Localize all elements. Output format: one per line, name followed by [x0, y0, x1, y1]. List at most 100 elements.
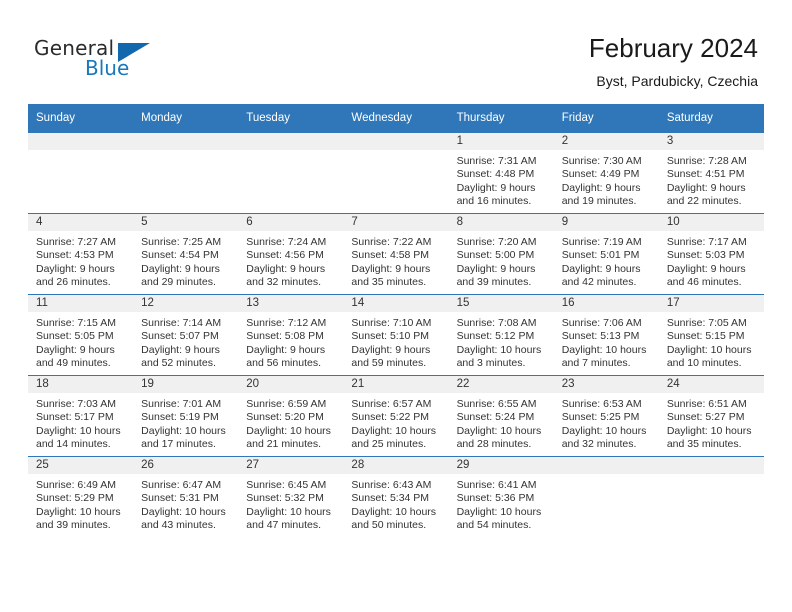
daylight-text-line2: and 29 minutes.	[141, 276, 216, 289]
calendar-day-cell[interactable]: 3 Sunrise: 7:28 AM Sunset: 4:51 PM Daylight…	[658, 132, 764, 214]
calendar-day-cell[interactable]: 12 Sunrise: 7:14 AM Sunset: 5:07 PM Dayligh…	[133, 294, 239, 376]
sunset-text: Sunset: 5:15 PM	[666, 330, 745, 343]
calendar-day-cell[interactable]: 10 Sunrise: 7:17 AM Sunset: 5:03 PM Dayligh…	[658, 213, 764, 295]
calendar-day-cell[interactable]: 26 Sunrise: 6:47 AM Sunset: 5:31 PM Dayligh…	[133, 456, 239, 537]
sunrise-text: Sunrise: 7:27 AM	[36, 236, 116, 248]
calendar-header-row: Sunday Monday Tuesday Wednesday Thursday Frid…	[28, 104, 764, 133]
calendar-day-cell[interactable]: 9 Sunrise: 7:19 AM Sunset: 5:01 PM Daylight…	[553, 213, 659, 295]
daylight-text-line1: Daylight: 10 hours	[351, 424, 437, 437]
page-title: February 2024	[588, 33, 758, 63]
calendar-week-row: 25 Sunrise: 6:49 AM Sunset: 5:29 PM Dayligh…	[28, 456, 764, 537]
calendar-day-cell[interactable]: 23 Sunrise: 6:53 AM Sunset: 5:25 PM Dayligh…	[553, 375, 659, 457]
daylight-text-line1: Daylight: 9 hours	[561, 262, 641, 275]
sunset-text: Sunset: 5:22 PM	[351, 411, 430, 424]
calendar-day-cell[interactable]: 6 Sunrise: 7:24 AM Sunset: 4:56 PM Daylight…	[238, 213, 344, 295]
calendar-day-cell[interactable]: 14 Sunrise: 7:10 AM Sunset: 5:10 PM Dayligh…	[343, 294, 449, 376]
sunrise-text: Sunrise: 7:01 AM	[141, 398, 222, 410]
day-details: Sunrise: 6:41 AM Sunset: 5:36 PM Daylight:…	[449, 474, 554, 533]
day-number	[238, 133, 344, 150]
day-details: Sunrise: 7:19 AM Sunset: 5:01 PM Daylight:…	[554, 231, 659, 290]
calendar-day-cell[interactable]: 4 Sunrise: 7:27 AM Sunset: 4:53 PM Daylight…	[28, 213, 134, 295]
brand-logo[interactable]: General Blue	[34, 36, 184, 86]
calendar-day-cell[interactable]: 24 Sunrise: 6:51 AM Sunset: 5:27 PM Dayligh…	[658, 375, 764, 457]
calendar-day-cell[interactable]: 17 Sunrise: 7:05 AM Sunset: 5:15 PM Dayligh…	[658, 294, 764, 376]
daylight-text-line2: and 59 minutes.	[351, 357, 427, 370]
daylight-text-line2: and 43 minutes.	[141, 519, 216, 532]
calendar-day-cell[interactable]: 18 Sunrise: 7:03 AM Sunset: 5:17 PM Dayligh…	[28, 375, 134, 457]
calendar-day-cell-empty	[28, 132, 134, 214]
day-number: 19	[133, 376, 239, 393]
daylight-text-line1: Daylight: 10 hours	[666, 424, 752, 437]
calendar-day-cell[interactable]: 7 Sunrise: 7:22 AM Sunset: 4:58 PM Daylight…	[343, 213, 449, 295]
sunset-text: Sunset: 5:20 PM	[246, 411, 324, 424]
calendar-day-cell[interactable]: 22 Sunrise: 6:55 AM Sunset: 5:24 PM Dayligh…	[448, 375, 554, 457]
day-number: 4	[28, 214, 134, 231]
calendar-day-cell[interactable]: 13 Sunrise: 7:12 AM Sunset: 5:08 PM Dayligh…	[238, 294, 344, 376]
day-number: 22	[448, 376, 554, 393]
calendar-day-cell[interactable]: 15 Sunrise: 7:08 AM Sunset: 5:12 PM Dayligh…	[448, 294, 554, 376]
sunset-text: Sunset: 5:34 PM	[351, 492, 430, 505]
weekday-header-row: Sunday Monday Tuesday Wednesday Thursday Frid…	[28, 104, 764, 133]
daylight-text-line1: Daylight: 10 hours	[36, 424, 121, 437]
calendar-grid: Sunday Monday Tuesday Wednesday Thursday Frid…	[28, 104, 764, 537]
calendar-day-cell[interactable]: 1 Sunrise: 7:31 AM Sunset: 4:48 PM Daylight…	[448, 132, 554, 214]
sunrise-text: Sunrise: 7:30 AM	[561, 155, 642, 167]
sunset-text: Sunset: 5:12 PM	[456, 330, 535, 343]
day-details: Sunrise: 7:17 AM Sunset: 5:03 PM Daylight:…	[659, 231, 764, 290]
daylight-text-line2: and 46 minutes.	[666, 276, 742, 289]
sunrise-text: Sunrise: 6:45 AM	[246, 479, 327, 491]
calendar-page: General Blue February 2024 Byst, Pardubi…	[0, 0, 792, 612]
day-number: 17	[658, 295, 764, 312]
daylight-text-line1: Daylight: 9 hours	[141, 343, 220, 356]
daylight-text-line2: and 7 minutes.	[561, 357, 631, 370]
day-number: 7	[343, 214, 449, 231]
day-number: 12	[133, 295, 239, 312]
sunrise-text: Sunrise: 6:43 AM	[351, 479, 432, 491]
calendar-day-cell[interactable]: 20 Sunrise: 6:59 AM Sunset: 5:20 PM Dayligh…	[238, 375, 344, 457]
daylight-text-line2: and 54 minutes.	[456, 519, 532, 532]
calendar-day-cell[interactable]: 29 Sunrise: 6:41 AM Sunset: 5:36 PM Dayligh…	[448, 456, 554, 537]
calendar-day-cell[interactable]: 2 Sunrise: 7:30 AM Sunset: 4:49 PM Daylight…	[553, 132, 659, 214]
day-number: 28	[343, 457, 449, 474]
daylight-text-line2: and 32 minutes.	[246, 276, 321, 289]
daylight-text-line1: Daylight: 9 hours	[246, 262, 326, 275]
page-header: General Blue February 2024 Byst, Pardubi…	[0, 0, 792, 104]
sunrise-text: Sunrise: 6:53 AM	[561, 398, 642, 410]
sunrise-text: Sunrise: 6:49 AM	[36, 479, 116, 491]
calendar-day-cell[interactable]: 28 Sunrise: 6:43 AM Sunset: 5:34 PM Dayligh…	[343, 456, 449, 537]
sunset-text: Sunset: 4:54 PM	[141, 249, 219, 262]
calendar-day-cell[interactable]: 19 Sunrise: 7:01 AM Sunset: 5:19 PM Dayligh…	[133, 375, 239, 457]
calendar-week-row: 4 Sunrise: 7:27 AM Sunset: 4:53 PM Daylight…	[28, 213, 764, 295]
day-number: 1	[448, 133, 554, 150]
daylight-text-line1: Daylight: 10 hours	[456, 343, 542, 356]
daylight-text-line2: and 19 minutes.	[561, 195, 637, 208]
calendar-day-cell[interactable]: 27 Sunrise: 6:45 AM Sunset: 5:32 PM Dayligh…	[238, 456, 344, 537]
day-number: 3	[658, 133, 764, 150]
day-details: Sunrise: 7:24 AM Sunset: 4:56 PM Daylight:…	[238, 231, 343, 290]
calendar-day-cell[interactable]: 5 Sunrise: 7:25 AM Sunset: 4:54 PM Daylight…	[133, 213, 239, 295]
daylight-text-line2: and 42 minutes.	[561, 276, 637, 289]
daylight-text-line1: Daylight: 10 hours	[246, 424, 331, 437]
daylight-text-line1: Daylight: 10 hours	[36, 505, 121, 518]
day-number: 16	[553, 295, 659, 312]
calendar-day-cell[interactable]: 21 Sunrise: 6:57 AM Sunset: 5:22 PM Dayligh…	[343, 375, 449, 457]
day-details: Sunrise: 6:43 AM Sunset: 5:34 PM Daylight:…	[343, 474, 448, 533]
day-details: Sunrise: 6:57 AM Sunset: 5:22 PM Daylight:…	[343, 393, 448, 452]
day-details: Sunrise: 7:15 AM Sunset: 5:05 PM Daylight:…	[28, 312, 133, 371]
day-details: Sunrise: 7:12 AM Sunset: 5:08 PM Daylight:…	[238, 312, 343, 371]
weekday-header-wednesday: Wednesday	[343, 104, 449, 133]
daylight-text-line1: Daylight: 10 hours	[141, 424, 226, 437]
sunset-text: Sunset: 4:53 PM	[36, 249, 114, 262]
calendar-day-cell[interactable]: 8 Sunrise: 7:20 AM Sunset: 5:00 PM Daylight…	[448, 213, 554, 295]
daylight-text-line2: and 21 minutes.	[246, 438, 321, 451]
day-details: Sunrise: 7:30 AM Sunset: 4:49 PM Daylight:…	[554, 150, 659, 209]
day-number: 29	[448, 457, 554, 474]
calendar-day-cell[interactable]: 25 Sunrise: 6:49 AM Sunset: 5:29 PM Dayligh…	[28, 456, 134, 537]
sunrise-text: Sunrise: 6:59 AM	[246, 398, 327, 410]
title-block: February 2024 Byst, Pardubicky, Czechia	[589, 32, 758, 89]
calendar-day-cell[interactable]: 11 Sunrise: 7:15 AM Sunset: 5:05 PM Dayligh…	[28, 294, 134, 376]
calendar-day-cell-empty	[238, 132, 344, 214]
sunset-text: Sunset: 4:51 PM	[666, 168, 745, 181]
calendar-day-cell[interactable]: 16 Sunrise: 7:06 AM Sunset: 5:13 PM Dayligh…	[553, 294, 659, 376]
sunrise-text: Sunrise: 7:14 AM	[141, 317, 222, 329]
